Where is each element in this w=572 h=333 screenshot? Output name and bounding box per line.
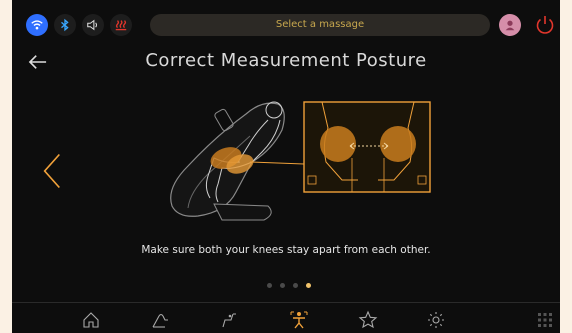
app-screen: Select a massage Correct Measurement Pos… [12,0,560,333]
bluetooth-icon[interactable] [54,14,76,36]
page-dot-4-active[interactable] [306,283,311,288]
bottom-navigation [12,302,560,333]
heat-icon[interactable] [110,14,132,36]
program-selector[interactable]: Select a massage [150,14,490,36]
page-dot-1[interactable] [267,283,272,288]
favorites-icon[interactable] [357,309,379,331]
auto-program-icon[interactable] [218,309,240,331]
volume-icon[interactable] [82,14,104,36]
pagination-dots [267,283,311,288]
power-button[interactable] [532,12,558,38]
wifi-icon[interactable] [26,14,48,36]
instruction-text: Make sure both your knees stay apart fro… [141,244,431,256]
home-icon[interactable] [80,309,102,331]
body-scan-icon[interactable] [288,309,310,331]
page-dot-3[interactable] [293,283,298,288]
user-avatar[interactable] [499,14,521,36]
page-title: Correct Measurement Posture [145,50,427,71]
manual-mode-icon[interactable] [150,309,172,331]
app-grid-icon[interactable] [534,309,556,331]
settings-icon[interactable] [425,309,447,331]
posture-illustration [152,88,442,228]
page-dot-2[interactable] [280,283,285,288]
previous-slide-chevron[interactable] [40,150,64,192]
